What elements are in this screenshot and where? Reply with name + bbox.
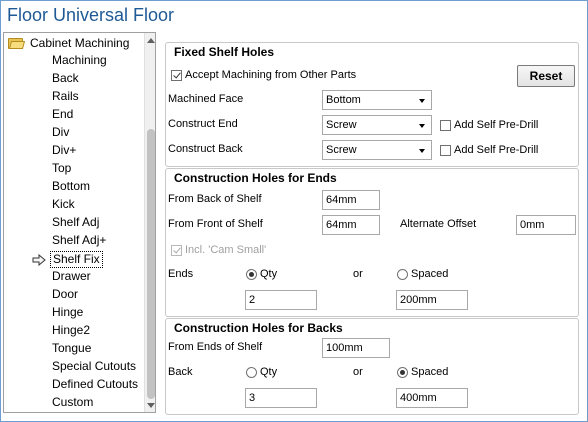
from-back-input[interactable]: 64mm bbox=[322, 190, 380, 210]
machined-face-value: Bottom bbox=[326, 94, 361, 106]
tree-item-back[interactable]: Back bbox=[50, 70, 81, 87]
construct-back-value: Screw bbox=[326, 144, 357, 156]
back-spaced-label: Spaced bbox=[411, 366, 449, 378]
chevron-down-icon bbox=[419, 99, 425, 103]
ends-qty-input[interactable]: 2 bbox=[245, 290, 317, 310]
construct-end-value: Screw bbox=[326, 119, 357, 131]
incl-cam-small-label: Incl. 'Cam Small' bbox=[185, 244, 267, 256]
tree-item-hinge[interactable]: Hinge bbox=[50, 304, 85, 321]
tree-item-machining[interactable]: Machining bbox=[50, 52, 109, 69]
machining-window: Floor Universal Floor Cabinet Machining … bbox=[0, 0, 588, 422]
scroll-thumb[interactable] bbox=[147, 129, 155, 399]
scroll-down-button[interactable] bbox=[145, 398, 155, 412]
construct-back-select[interactable]: Screw bbox=[322, 140, 432, 160]
alternate-offset-label: Alternate Offset bbox=[400, 218, 477, 230]
tree-item-shelf-adj[interactable]: Shelf Adj bbox=[50, 214, 101, 231]
machined-face-label: Machined Face bbox=[168, 93, 244, 105]
from-ends-input[interactable]: 100mm bbox=[322, 338, 390, 358]
tree-item-bottom[interactable]: Bottom bbox=[50, 178, 92, 195]
tree-item-drawer[interactable]: Drawer bbox=[50, 268, 93, 285]
add-self-predrill-end-checkbox[interactable] bbox=[440, 120, 451, 131]
ends-spaced-radio[interactable] bbox=[397, 269, 408, 280]
tree-root-label: Cabinet Machining bbox=[30, 36, 130, 50]
ends-spaced-label: Spaced bbox=[411, 268, 449, 280]
from-front-label: From Front of Shelf bbox=[168, 218, 263, 230]
window-title: Floor Universal Floor bbox=[7, 5, 175, 25]
add-self-predrill-back-label: Add Self Pre-Drill bbox=[454, 144, 539, 156]
tree-item-top[interactable]: Top bbox=[50, 160, 73, 177]
back-or-label: or bbox=[353, 366, 363, 378]
holes-for-ends-group: Construction Holes for Ends From Back of… bbox=[165, 168, 579, 317]
construct-back-label: Construct Back bbox=[168, 143, 243, 155]
from-ends-label: From Ends of Shelf bbox=[168, 341, 263, 353]
chevron-up-icon bbox=[147, 37, 155, 43]
back-label: Back bbox=[168, 366, 193, 378]
machined-face-select[interactable]: Bottom bbox=[322, 90, 432, 110]
chevron-down-icon bbox=[419, 149, 425, 153]
tree-item-shelf-adj-plus[interactable]: Shelf Adj+ bbox=[50, 232, 108, 249]
folder-open-icon bbox=[8, 37, 26, 49]
from-front-input[interactable]: 64mm bbox=[322, 215, 380, 235]
ends-label: Ends bbox=[168, 268, 194, 280]
fixed-shelf-holes-group: Fixed Shelf Holes Accept Machining from … bbox=[165, 42, 579, 167]
ends-qty-radio[interactable] bbox=[246, 269, 257, 280]
back-qty-label: Qty bbox=[260, 366, 278, 378]
tree-item-div[interactable]: Div bbox=[50, 124, 71, 141]
back-spaced-radio[interactable] bbox=[397, 367, 408, 378]
holes-for-backs-group: Construction Holes for Backs From Ends o… bbox=[165, 318, 579, 415]
title-bar: Floor Universal Floor bbox=[1, 1, 587, 31]
add-self-predrill-back-checkbox[interactable] bbox=[440, 145, 451, 156]
tree-item-tongue[interactable]: Tongue bbox=[50, 340, 93, 357]
current-item-arrow-icon bbox=[32, 254, 46, 266]
accept-machining-label: Accept Machining from Other Parts bbox=[185, 69, 357, 81]
tree-root-cabinet-machining[interactable]: Cabinet Machining bbox=[8, 35, 129, 51]
tree-item-door[interactable]: Door bbox=[50, 286, 80, 303]
tree-item-div-plus[interactable]: Div+ bbox=[50, 142, 78, 159]
chevron-down-icon bbox=[419, 124, 425, 128]
add-self-predrill-end-label: Add Self Pre-Drill bbox=[454, 119, 539, 131]
tree-scrollbar[interactable] bbox=[144, 33, 155, 412]
holes-for-backs-title: Construction Holes for Backs bbox=[174, 321, 343, 335]
ends-qty-label: Qty bbox=[260, 268, 278, 280]
alternate-offset-input[interactable]: 0mm bbox=[516, 215, 576, 235]
ends-or-label: or bbox=[353, 268, 363, 280]
chevron-down-icon bbox=[147, 402, 155, 408]
incl-cam-small-checkbox[interactable] bbox=[171, 245, 182, 256]
tree-item-custom[interactable]: Custom bbox=[50, 394, 95, 411]
fixed-shelf-holes-title: Fixed Shelf Holes bbox=[174, 45, 275, 59]
tree-item-special-cutouts[interactable]: Special Cutouts bbox=[50, 358, 138, 375]
back-spaced-input[interactable]: 400mm bbox=[396, 388, 468, 408]
back-qty-radio[interactable] bbox=[246, 367, 257, 378]
accept-machining-checkbox[interactable] bbox=[171, 70, 182, 81]
reset-button[interactable]: Reset bbox=[517, 65, 575, 87]
holes-for-ends-title: Construction Holes for Ends bbox=[174, 171, 337, 185]
scroll-up-button[interactable] bbox=[145, 33, 155, 47]
construct-end-select[interactable]: Screw bbox=[322, 115, 432, 135]
tree-item-rails[interactable]: Rails bbox=[50, 88, 81, 105]
tree-item-end[interactable]: End bbox=[50, 106, 75, 123]
machining-tree: Cabinet Machining Machining Back Rails E… bbox=[3, 32, 156, 413]
from-back-label: From Back of Shelf bbox=[168, 193, 262, 205]
ends-spaced-input[interactable]: 200mm bbox=[396, 290, 468, 310]
tree-item-hinge2[interactable]: Hinge2 bbox=[50, 322, 92, 339]
tree-item-kick[interactable]: Kick bbox=[50, 196, 77, 213]
tree-item-defined-cutouts[interactable]: Defined Cutouts bbox=[50, 376, 140, 393]
back-qty-input[interactable]: 3 bbox=[245, 388, 317, 408]
construct-end-label: Construct End bbox=[168, 118, 238, 130]
tree-item-shelf-fix[interactable]: Shelf Fix bbox=[50, 251, 103, 268]
